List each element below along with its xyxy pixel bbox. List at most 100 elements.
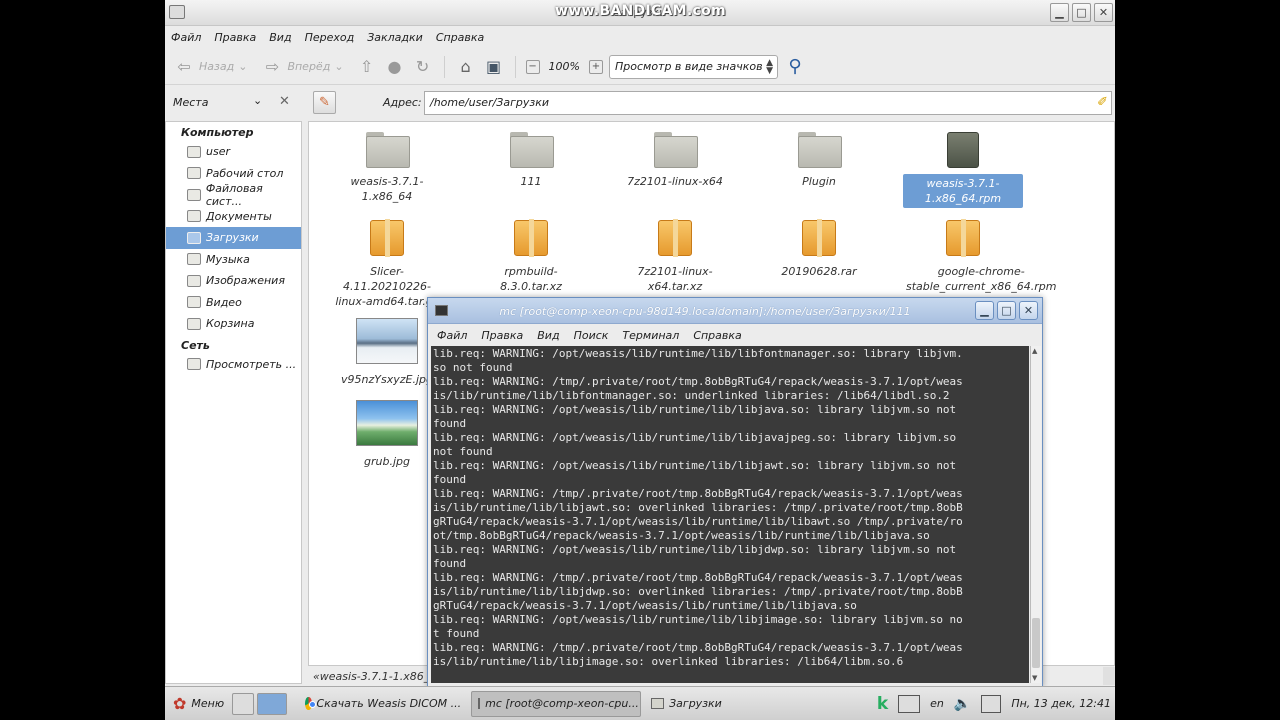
terminal-line: is/lib/runtime/lib/libfontmanager.so: un… (433, 389, 950, 402)
sidebar-item-browse-network[interactable]: Просмотреть ... (166, 354, 301, 376)
scroll-down-icon[interactable]: ▼ (1032, 674, 1037, 682)
documents-folder-icon (187, 210, 201, 223)
terminal-menu-terminal[interactable]: Терминал (622, 329, 679, 342)
view-mode-select[interactable]: Просмотр в виде значков ▲ ▼ (608, 54, 778, 79)
terminal-line: t found (433, 627, 480, 640)
toolbar: ⇦ Назад ⌄ ⇨ Вперёд ⌄ ⇧ ● ↻ ⌂ ▣ − 100% + … (165, 49, 1115, 85)
file-item[interactable]: 7z2101-linux-x64.tar.xz (615, 219, 735, 296)
back-history-chevron-icon[interactable]: ⌄ (238, 60, 247, 73)
scroll-up-icon[interactable]: ▲ (1032, 347, 1037, 355)
terminal-maximize-button[interactable]: □ (997, 301, 1016, 320)
terminal-output[interactable]: lib.req: WARNING: /opt/weasis/lib/runtim… (431, 346, 1029, 683)
sidebar-item-downloads[interactable]: Загрузки (166, 227, 301, 249)
file-item[interactable]: 20190628.rar (759, 219, 879, 281)
drive-icon (187, 188, 201, 201)
forward-history-chevron-icon[interactable]: ⌄ (334, 60, 343, 73)
taskbar-task-terminal[interactable]: mc [root@comp-xeon-cpu... (471, 690, 642, 717)
minimize-button[interactable]: ▁ (1050, 3, 1069, 22)
menu-go[interactable]: Переход (305, 31, 355, 44)
sidebar-item-user[interactable]: user (166, 141, 301, 163)
window-titlebar[interactable]: Загрузки www.BANDICAM.com ▁ □ ✕ (165, 0, 1115, 26)
terminal-menu-view[interactable]: Вид (537, 329, 559, 342)
forward-button[interactable]: ⇨ Вперёд ⌄ (261, 56, 344, 78)
terminal-menu-help[interactable]: Справка (693, 329, 741, 342)
menu-help[interactable]: Справка (436, 31, 484, 44)
terminal-line: so not found (433, 361, 513, 374)
terminal-close-button[interactable]: ✕ (1019, 301, 1038, 320)
toolbar-separator (514, 55, 516, 78)
k-app-icon[interactable]: k (877, 694, 888, 714)
places-sidebar: Компьютер user Рабочий стол Файловая сис… (165, 121, 302, 684)
terminal-titlebar[interactable]: mc [root@comp-xeon-cpu-98d149.localdomai… (428, 298, 1042, 324)
volume-icon[interactable]: 🔈 (954, 696, 971, 712)
menu-view[interactable]: Вид (269, 31, 291, 44)
sidebar-item-filesystem[interactable]: Файловая сист... (166, 182, 301, 208)
menu-edit[interactable]: Правка (214, 31, 256, 44)
sidebar-item-music[interactable]: Музыка (166, 249, 301, 271)
file-item[interactable]: 7z2101-linux-x64 (615, 132, 735, 191)
close-sidebar-icon[interactable]: ✕ (279, 94, 290, 109)
up-arrow-icon[interactable]: ⇧ (356, 56, 378, 78)
terminal-menu-edit[interactable]: Правка (481, 329, 523, 342)
sidebar-item-videos[interactable]: Видео (166, 292, 301, 314)
terminal-line: found (433, 557, 467, 570)
archive-icon (370, 219, 404, 257)
sidebar-item-label: Загрузки (206, 231, 259, 245)
edit-location-button[interactable]: ✎ (313, 91, 336, 114)
reload-icon[interactable]: ↻ (412, 56, 434, 78)
file-name: weasis-3.7.1-1.x86_64.rpm (903, 174, 1023, 208)
archive-icon (802, 219, 836, 257)
file-item[interactable]: rpmbuild-8.3.0.tar.xz (471, 219, 591, 296)
file-item-selected[interactable]: weasis-3.7.1-1.x86_64.rpm (903, 132, 1023, 208)
address-value: /home/user/Загрузки (430, 96, 550, 109)
terminal-menu-file[interactable]: Файл (437, 329, 467, 342)
file-item[interactable]: google-chrome-stable_current_x86_64.rpm (903, 219, 1056, 296)
start-menu-button[interactable]: ✿ Меню (165, 687, 232, 720)
terminal-line: gRTuG4/repack/weasis-3.7.1/opt/weasis/li… (433, 515, 963, 528)
terminal-icon (478, 698, 481, 709)
sidebar-item-label: Видео (206, 295, 242, 309)
menu-file[interactable]: Файл (171, 31, 201, 44)
clock[interactable]: Пн, 13 дек, 12:41 (1011, 697, 1111, 710)
maximize-button[interactable]: □ (1072, 3, 1091, 22)
sidebar-item-documents[interactable]: Документы (166, 206, 301, 228)
terminal-scrollbar[interactable]: ▲ ▼ (1030, 346, 1041, 683)
back-button[interactable]: ⇦ Назад ⌄ (173, 56, 247, 78)
terminal-line: lib.req: WARNING: /opt/weasis/lib/runtim… (433, 613, 963, 626)
archive-icon (946, 219, 980, 257)
sidebar-item-pictures[interactable]: Изображения (166, 270, 301, 292)
stop-icon[interactable]: ● (384, 56, 406, 78)
show-desktop-icon[interactable] (257, 692, 288, 715)
menu-bookmarks[interactable]: Закладки (367, 31, 423, 44)
close-button[interactable]: ✕ (1094, 3, 1113, 22)
file-item[interactable]: Plugin (759, 132, 879, 191)
file-item[interactable]: 111 (471, 132, 591, 191)
chrome-icon (305, 697, 317, 710)
network-icon[interactable] (981, 694, 1002, 713)
taskbar-task-file-manager[interactable]: Загрузки (644, 691, 784, 717)
screenshot-tool-icon[interactable] (898, 694, 921, 713)
file-name: v95nzYsxyzE.jpg (341, 373, 433, 386)
home-icon[interactable]: ⌂ (455, 56, 477, 78)
search-icon[interactable]: ⚲ (784, 56, 806, 78)
terminal-line: lib.req: WARNING: /tmp/.private/root/tmp… (433, 487, 963, 500)
sidebar-item-trash[interactable]: Корзина (166, 313, 301, 335)
horizontal-scrollbar[interactable] (1103, 667, 1115, 685)
sidebar-item-label: user (206, 145, 230, 159)
computer-icon[interactable]: ▣ (483, 56, 505, 78)
terminal-minimize-button[interactable]: ▁ (975, 301, 994, 320)
terminal-window[interactable]: mc [root@comp-xeon-cpu-98d149.localdomai… (427, 297, 1043, 687)
taskbar-task-browser[interactable]: Скачать Weasis DICOM ... (298, 691, 468, 717)
terminal-menu-search[interactable]: Поиск (574, 329, 609, 342)
quicklaunch-files-icon[interactable] (232, 692, 255, 715)
scrollbar-thumb[interactable] (1032, 618, 1040, 668)
file-item[interactable]: weasis-3.7.1-1.x86_64 (327, 132, 447, 206)
clear-broom-icon[interactable]: ✐ (1097, 95, 1108, 110)
keyboard-layout[interactable]: en (930, 697, 944, 710)
image-thumbnail (356, 318, 418, 364)
zoom-out-button[interactable]: − (525, 59, 540, 74)
zoom-in-button[interactable]: + (588, 59, 603, 74)
view-mode-value: Просмотр в виде значков (614, 60, 763, 73)
address-input[interactable]: /home/user/Загрузки ✐ (424, 91, 1112, 115)
places-dropdown-chevron-icon[interactable]: ⌄ (253, 94, 262, 107)
